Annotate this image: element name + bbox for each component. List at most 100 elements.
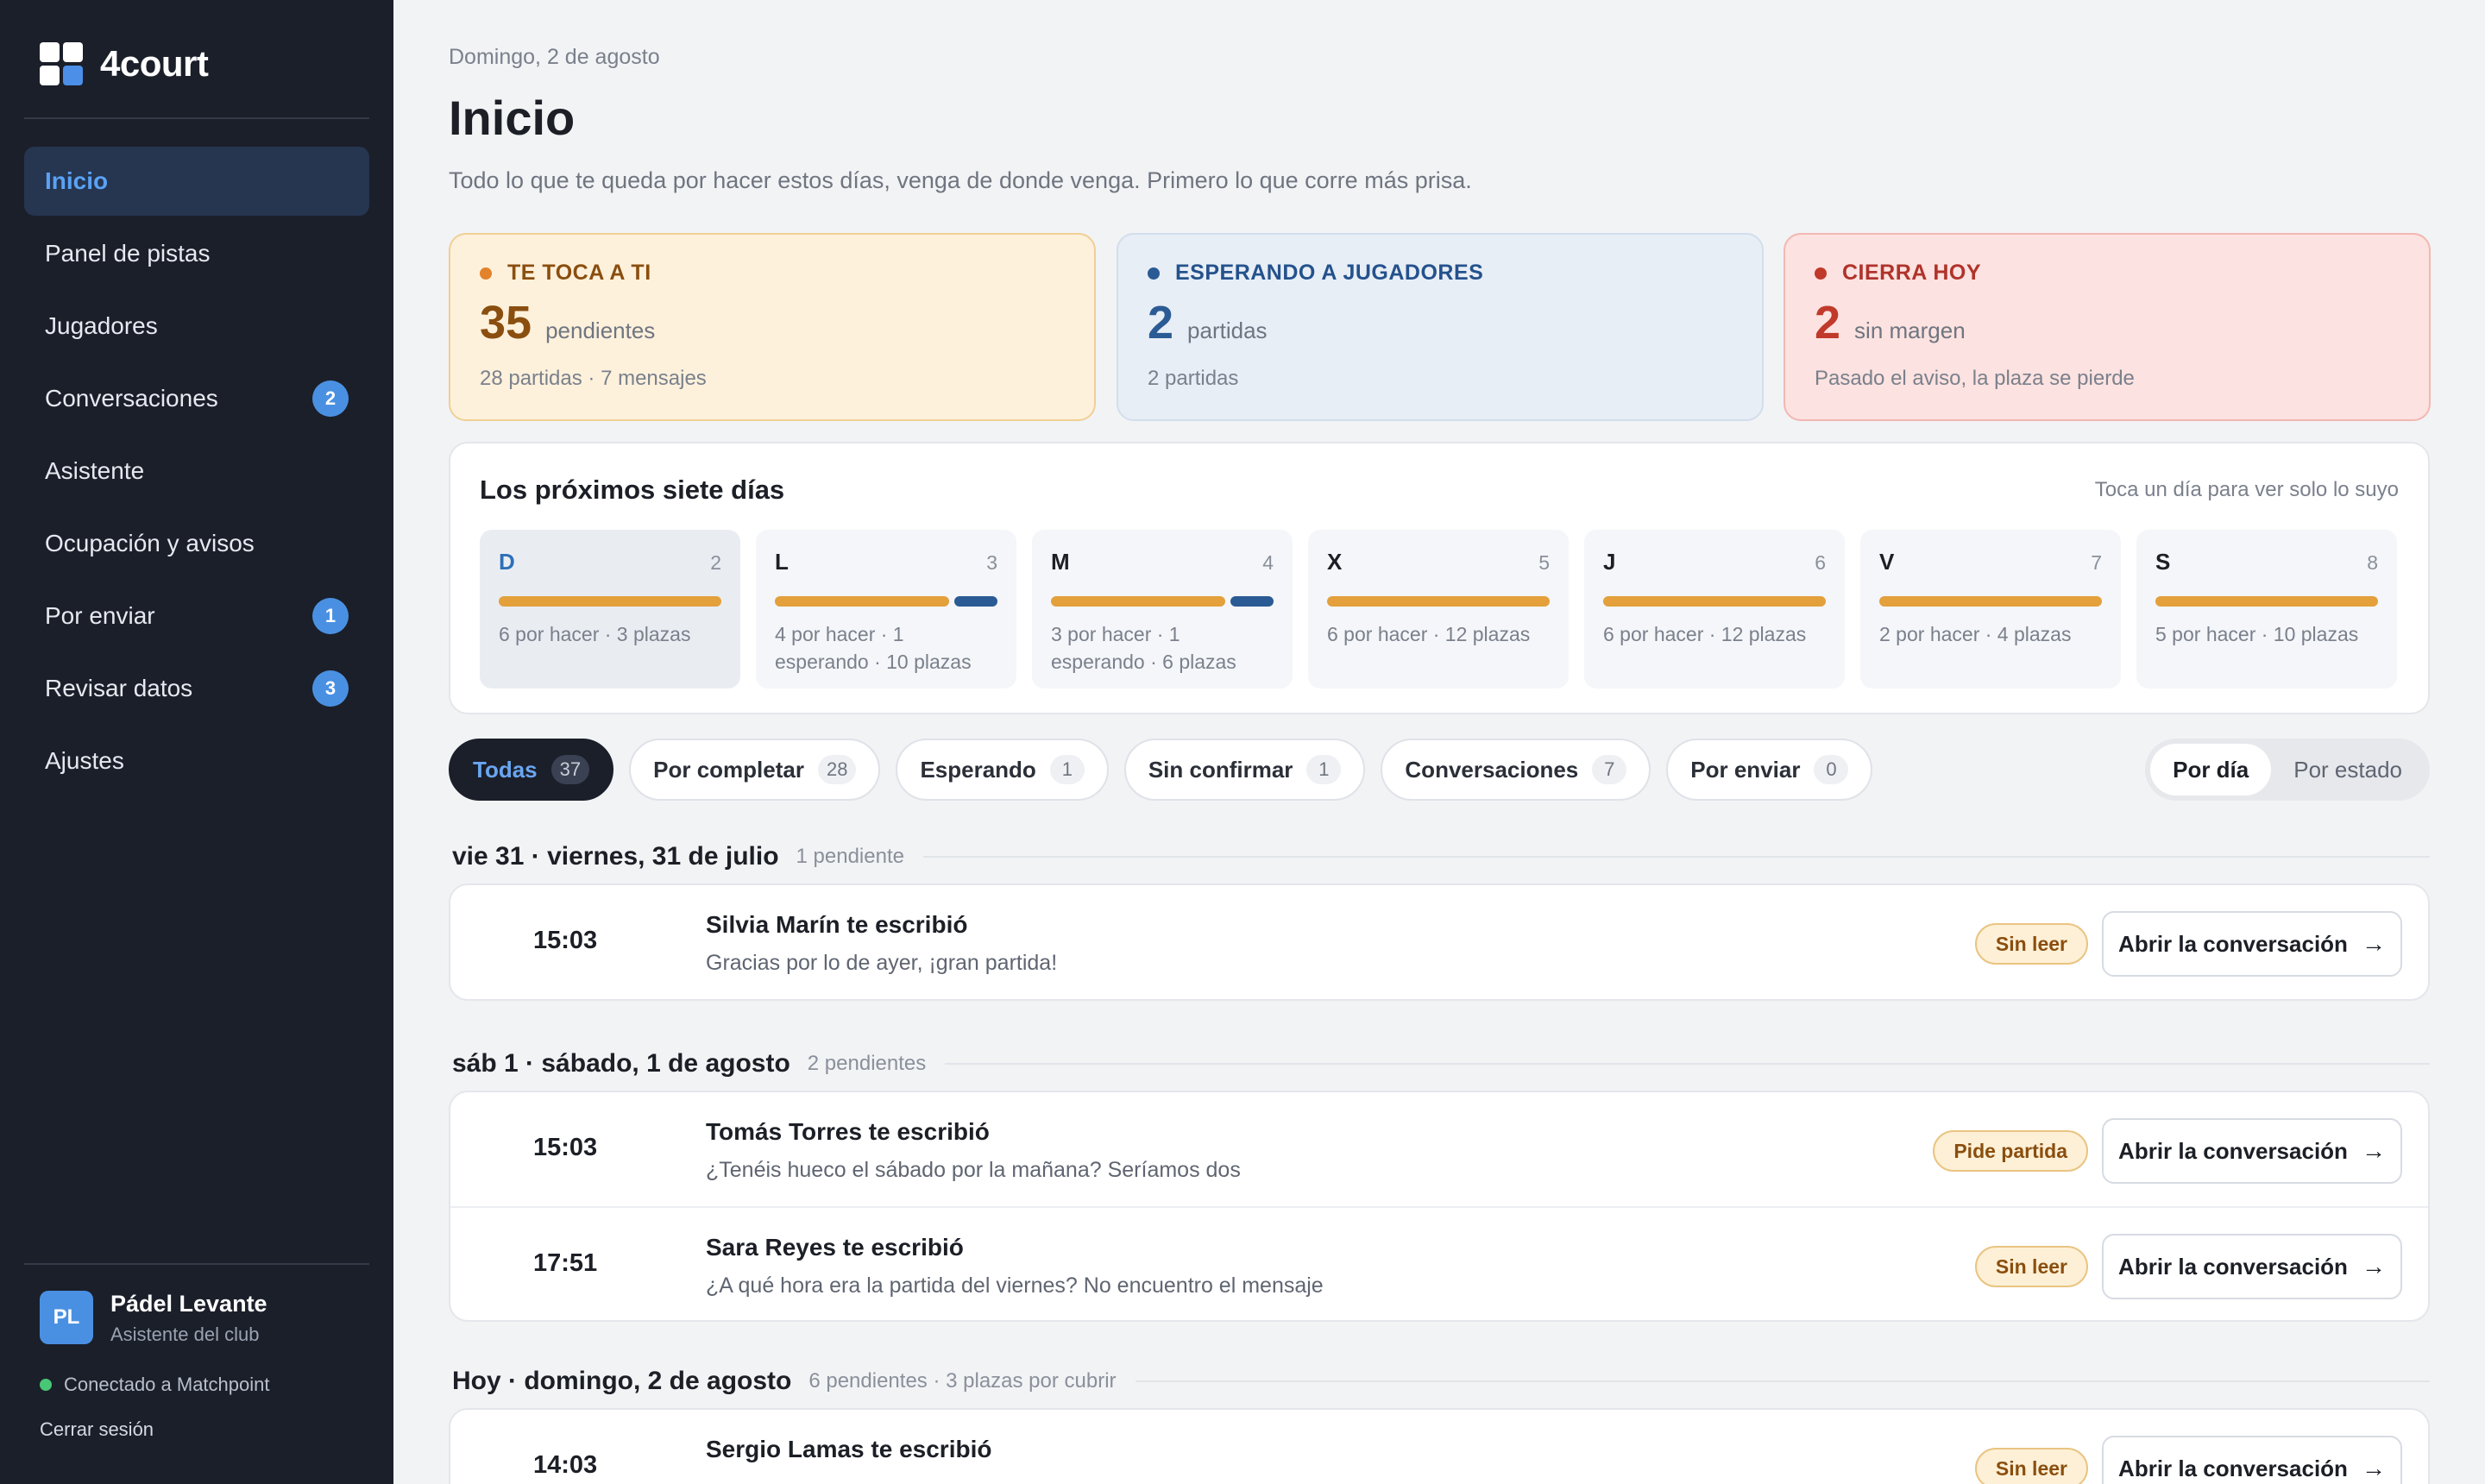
pending-bar-segment	[499, 596, 721, 607]
kpi-value: 35	[480, 297, 532, 349]
week-title: Los próximos siete días	[480, 475, 785, 505]
list-item[interactable]: 15:03 Silvia Marín te escribió Gracias por…	[450, 885, 2428, 999]
filter-chip-todas[interactable]: Todas 37	[449, 739, 614, 801]
sidebar-divider	[24, 1263, 369, 1265]
day-card-v[interactable]: V 7 2 por hacer · 4 plazas	[1860, 530, 2121, 689]
filter-count-badge: 7	[1592, 755, 1627, 784]
open-conversation-button[interactable]: Abrir la conversación →	[2102, 1118, 2402, 1184]
page-title: Inicio	[449, 91, 576, 145]
day-progress-bar	[1051, 596, 1274, 607]
pending-bar-segment	[1879, 596, 2102, 607]
day-card-d[interactable]: D 2 6 por hacer · 3 plazas	[480, 530, 740, 689]
kpi-value: 2	[1815, 297, 1841, 349]
group-meta: 2 pendientes	[807, 1052, 927, 1075]
group-header: Hoy · domingo, 2 de agosto 6 pendientes ·…	[452, 1367, 2430, 1396]
pending-bar-segment	[1603, 596, 1826, 607]
count-badge: 3	[312, 670, 349, 707]
day-detail: 6 por hacer · 12 plazas	[1327, 623, 1531, 645]
day-detail: 3 por hacer · 1 esperando · 6 plazas	[1051, 623, 1236, 673]
item-time: 15:03	[533, 1134, 598, 1161]
sidebar-item-ajustes[interactable]: Ajustes	[24, 726, 369, 795]
group-divider	[1135, 1380, 2430, 1382]
group-title: Hoy · domingo, 2 de agosto	[452, 1367, 792, 1395]
list-item[interactable]: 14:03 Sergio Lamas te escribió Sin leer Abr…	[450, 1410, 2428, 1484]
button-label: Abrir la conversación	[2118, 1455, 2348, 1481]
sidebar-item-label: Por enviar	[45, 602, 155, 629]
arrow-right-icon: →	[2361, 930, 2386, 957]
sidebar-item-asistente[interactable]: Asistente	[24, 437, 369, 506]
filter-chip-sin-confirmar[interactable]: Sin confirmar 1	[1123, 739, 1366, 801]
filter-chip-por-completar[interactable]: Por completar 28	[629, 739, 881, 801]
open-conversation-button[interactable]: Abrir la conversación →	[2102, 911, 2402, 977]
week-hint: Toca un día para ver solo lo suyo	[2094, 478, 2399, 501]
kpi-card-cierra-hoy[interactable]: CIERRA HOY 2 sin margen Pasado el aviso, …	[1784, 233, 2431, 421]
status-badge: Pide partida	[1933, 1130, 2088, 1172]
view-by-state-button[interactable]: Por estado	[2271, 744, 2425, 795]
status-dot-icon	[40, 1379, 52, 1391]
sidebar-item-ocupacion-y-avisos[interactable]: Ocupación y avisos	[24, 509, 369, 578]
sidebar-item-label: Ocupación y avisos	[45, 530, 255, 556]
filter-chip-esperando[interactable]: Esperando 1	[896, 739, 1109, 801]
day-list: D 2 6 por hacer · 3 plazas L 3 4 por hacer · …	[480, 530, 2397, 689]
filter-count-badge: 0	[1814, 755, 1849, 784]
item-message: ¿Tenéis hueco el sábado por la mañana? S…	[706, 1158, 1241, 1182]
status-badge: Sin leer	[1974, 1246, 2088, 1287]
sidebar-item-jugadores[interactable]: Jugadores	[24, 292, 369, 361]
kpi-detail: 2 partidas	[1148, 367, 1239, 390]
sidebar-item-label: Ajustes	[45, 747, 124, 774]
kpi-label: TE TOCA A TI	[507, 261, 651, 285]
pending-bar-segment	[1051, 596, 1225, 607]
filter-chip-conversaciones[interactable]: Conversaciones 7	[1381, 739, 1651, 801]
filter-chip-por-enviar[interactable]: Por enviar 0	[1666, 739, 1873, 801]
kpi-label: CIERRA HOY	[1842, 261, 1982, 285]
club-name: Pádel Levante	[110, 1291, 267, 1317]
filter-chip-label: Sin confirmar	[1148, 756, 1293, 783]
logo-grid-icon	[40, 42, 83, 85]
avatar[interactable]: PL	[40, 1291, 93, 1344]
open-conversation-button[interactable]: Abrir la conversación →	[2102, 1436, 2402, 1484]
day-card-s[interactable]: S 8 5 por hacer · 10 plazas	[2136, 530, 2397, 689]
kpi-unit: sin margen	[1854, 318, 1966, 343]
item-time: 17:51	[533, 1249, 598, 1277]
kpi-card-te-toca-a-ti[interactable]: TE TOCA A TI 35 pendientes 28 partidas · …	[449, 233, 1096, 421]
sidebar-item-revisar-datos[interactable]: Revisar datos 3	[24, 654, 369, 723]
group-card: 15:03 Silvia Marín te escribió Gracias por…	[449, 883, 2430, 1001]
kpi-unit: partidas	[1187, 318, 1268, 343]
day-letter: D	[499, 549, 515, 575]
list-item[interactable]: 17:51 Sara Reyes te escribió ¿A qué hora e…	[450, 1206, 2428, 1320]
logout-link[interactable]: Cerrar sesión	[40, 1418, 154, 1441]
button-label: Abrir la conversación	[2118, 1253, 2348, 1280]
sidebar-item-inicio[interactable]: Inicio	[24, 147, 369, 216]
sidebar-item-por-enviar[interactable]: Por enviar 1	[24, 582, 369, 651]
open-conversation-button[interactable]: Abrir la conversación →	[2102, 1234, 2402, 1299]
day-letter: S	[2155, 549, 2171, 575]
sidebar-divider	[24, 117, 369, 119]
day-detail: 4 por hacer · 1 esperando · 10 plazas	[775, 623, 972, 673]
day-progress-bar	[1603, 596, 1826, 607]
arrow-right-icon: →	[2361, 1455, 2386, 1481]
view-by-day-button[interactable]: Por día	[2150, 744, 2272, 795]
day-card-j[interactable]: J 6 6 por hacer · 12 plazas	[1584, 530, 1845, 689]
kpi-card-esperando-a-jugadores[interactable]: ESPERANDO A JUGADORES 2 partidas 2 partid…	[1117, 233, 1764, 421]
day-card-l[interactable]: L 3 4 por hacer · 1 esperando · 10 plazas	[756, 530, 1016, 689]
sidebar-item-label: Asistente	[45, 457, 145, 484]
club-role: Asistente del club	[110, 1324, 260, 1345]
day-detail: 6 por hacer · 3 plazas	[499, 623, 691, 645]
sidebar-item-conversaciones[interactable]: Conversaciones 2	[24, 364, 369, 433]
filter-chip-label: Esperando	[920, 756, 1036, 783]
sidebar-item-label: Conversaciones	[45, 385, 218, 412]
day-letter: V	[1879, 549, 1895, 575]
item-time: 14:03	[533, 1451, 598, 1479]
week-overview: Los próximos siete días Toca un día para…	[449, 442, 2430, 714]
day-card-m[interactable]: M 4 3 por hacer · 1 esperando · 6 plazas	[1032, 530, 1293, 689]
day-progress-bar	[1879, 596, 2102, 607]
connection-status: Conectado a Matchpoint	[40, 1374, 270, 1396]
day-card-x[interactable]: X 5 6 por hacer · 12 plazas	[1308, 530, 1569, 689]
item-title: Tomás Torres te escribió	[706, 1118, 990, 1145]
app-logo[interactable]: 4court	[40, 41, 209, 86]
item-title: Sergio Lamas te escribió	[706, 1436, 992, 1462]
pending-bar-segment	[1327, 596, 1550, 607]
count-badge: 1	[312, 598, 349, 634]
list-item[interactable]: 15:03 Tomás Torres te escribió ¿Tenéis hue…	[450, 1092, 2428, 1206]
sidebar-item-panel-de-pistas[interactable]: Panel de pistas	[24, 219, 369, 288]
